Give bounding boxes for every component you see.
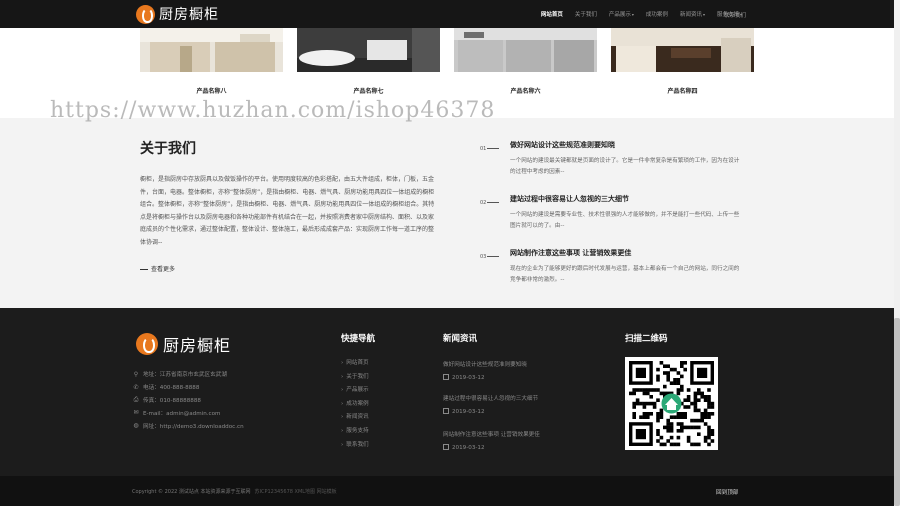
quick-nav-link[interactable]: 产品展示 [341, 385, 368, 399]
site-header: 厨房橱柜 网站首页 关于我们 产品展示▾ 成功案例 新闻资讯▾ 服务支持▾ 联系我们 [0, 0, 900, 28]
footer-news-date: 2019-03-12 [443, 374, 527, 381]
mail-icon: ✉ [133, 409, 139, 417]
quick-nav-link[interactable]: 网站首页 [341, 358, 368, 372]
nav-item-label: 关于我们 [574, 12, 597, 18]
chevron-down-icon: ▾ [631, 12, 634, 17]
contact-text: 网址：http://demo3.downloaddoc.cn [143, 423, 244, 430]
about-text: 橱柜，是指厨房中存放厨具以及做饭操作的平台。使用明度较高的色彩搭配，由五大件组成… [140, 176, 435, 246]
product-image[interactable] [611, 28, 754, 72]
footer-news-date: 2019-03-12 [443, 408, 538, 415]
contact-list: ⚲ 地址：江苏省南京市玄武区玄武湖 ✆ 电话：400-888-8888 ⎙ 传真：01… [132, 368, 244, 432]
icp-link[interactable]: 苏ICP12345678 XML地图 网站模板 [255, 489, 337, 495]
quick-nav-link[interactable]: 成功案例 [341, 399, 368, 413]
quick-nav-title: 快捷导航 [341, 334, 376, 344]
calendar-icon [443, 408, 449, 414]
contact-text: 地址：江苏省南京市玄武区玄武湖 [143, 372, 227, 379]
kitchen-photo [611, 28, 754, 72]
footer-logo[interactable]: 厨房橱柜 [136, 332, 231, 356]
watermark-text: https://www.huzhan.com/ishop46378 [50, 98, 496, 123]
back-to-top-link[interactable]: 回到顶部 [716, 488, 738, 496]
nav-item-label: 产品展示 [608, 12, 631, 18]
nav-item[interactable]: 新闻资讯▾ [674, 10, 711, 18]
product-image[interactable] [297, 28, 440, 72]
site-logo[interactable]: 厨房橱柜 [136, 4, 219, 24]
flame-logo-icon [136, 333, 158, 355]
product-name[interactable]: 产品名称八 [140, 86, 283, 95]
product-name[interactable]: 产品名称六 [454, 86, 597, 95]
site-footer: 厨房橱柜 ⚲ 地址：江苏省南京市玄武区玄武湖 ✆ 电话：400-888-8888 ⎙… [0, 308, 900, 476]
copyright-bar: Copyright © 2022 测试站点 本站资源来源于互联网 苏ICP1234… [0, 476, 900, 506]
quick-nav-link[interactable]: 新闻资讯 [341, 412, 368, 426]
footer-news-title: 新闻资讯 [443, 334, 478, 344]
quick-nav-link[interactable]: 关于我们 [341, 372, 368, 386]
product-image[interactable] [140, 28, 283, 72]
news-title[interactable]: 做好网站设计这些规范准则要知晓 [510, 140, 615, 150]
contact-text: 电话：400-888-8888 [143, 385, 200, 392]
news-desc: 现在的企业为了能够更好的跟后时代发展与运营，基本上都会有一个自己的网站，同行之间… [510, 266, 740, 283]
footer-news-title-text[interactable]: 建站过程中很容易让人忽视的三大细节 [443, 394, 538, 402]
nav-item[interactable]: 成功案例 [640, 10, 674, 18]
product-name[interactable]: 产品名称四 [611, 86, 754, 95]
phone-icon: ✆ [133, 383, 139, 391]
kitchen-photo [140, 28, 283, 72]
kitchen-photo [297, 28, 440, 72]
footer-news-title-text[interactable]: 做好网站设计这些规范准则要知晓 [443, 360, 527, 368]
contact-fax: ⎙ 传真：010-88888888 [132, 394, 244, 407]
nav-item[interactable]: 关于我们 [569, 10, 603, 18]
product-name[interactable]: 产品名称七 [297, 86, 440, 95]
about-more-link[interactable]: 查看更多 [140, 264, 175, 273]
scrollbar-thumb[interactable] [894, 318, 900, 506]
footer-news-date: 2019-03-12 [443, 444, 540, 451]
qr-code [625, 357, 718, 450]
date-text: 2019-03-12 [452, 375, 485, 381]
news-number: 03 [480, 254, 499, 260]
calendar-icon [443, 444, 449, 450]
news-title[interactable]: 网站制作注意这些事项 让营销效果更佳 [510, 248, 631, 258]
contact-text: 传真：010-88888888 [143, 397, 201, 404]
contact-website: ◍ 网址：http://demo3.downloaddoc.cn [132, 419, 244, 432]
product-image[interactable] [454, 28, 597, 72]
nav-item-contact[interactable]: 联系我们 [724, 11, 746, 19]
nav-item[interactable]: 网站首页 [535, 10, 569, 18]
quick-nav-list: 网站首页关于我们产品展示成功案例新闻资讯服务支持联系我们 [341, 358, 368, 454]
contact-phone: ✆ 电话：400-888-8888 [132, 381, 244, 394]
contact-text: E-mail：admin@admin.com [143, 410, 221, 417]
flame-logo-icon [136, 4, 155, 24]
globe-icon: ◍ [133, 422, 139, 430]
logo-text: 厨房橱柜 [159, 7, 219, 23]
nav-item-label: 新闻资讯 [679, 12, 702, 18]
quick-nav-link[interactable]: 服务支持 [341, 426, 368, 440]
calendar-icon [443, 374, 449, 380]
news-desc: 一个网站的建设是需要专业性、技术性很强的人才能够做的，并不是能打一些代码、上传一… [510, 212, 740, 229]
copyright-text: Copyright © 2022 测试站点 本站资源来源于互联网 [132, 489, 251, 495]
news-desc: 一个网站的建设最关键都就是页面的设计了。它是一件非常复杂是有繁琐的工作，因为在设… [510, 158, 740, 175]
date-text: 2019-03-12 [452, 409, 485, 415]
footer-logo-text: 厨房橱柜 [163, 336, 232, 355]
map-pin-icon: ⚲ [133, 370, 139, 378]
qr-code-image [629, 361, 715, 447]
qr-title: 扫描二维码 [625, 334, 668, 344]
chevron-down-icon: ▾ [702, 12, 705, 17]
contact-address: ⚲ 地址：江苏省南京市玄武区玄武湖 [132, 368, 244, 381]
footer-news-item[interactable]: 网站制作注意这些事项 让营销效果更佳 2019-03-12 [443, 430, 540, 451]
quick-nav-link[interactable]: 联系我们 [341, 440, 368, 454]
footer-news-title-text[interactable]: 网站制作注意这些事项 让营销效果更佳 [443, 430, 540, 438]
nav-item-label: 成功案例 [645, 12, 668, 18]
nav-item-label: 网站首页 [540, 12, 563, 18]
contact-email: ✉ E-mail：admin@admin.com [132, 406, 244, 419]
main-nav: 网站首页 关于我们 产品展示▾ 成功案例 新闻资讯▾ 服务支持▾ [535, 0, 748, 28]
about-section: 关于我们 橱柜，是指厨房中存放厨具以及做饭操作的平台。使用明度较高的色彩搭配，由… [0, 118, 900, 308]
footer-news-item[interactable]: 建站过程中很容易让人忽视的三大细节 2019-03-12 [443, 394, 538, 415]
news-title[interactable]: 建站过程中很容易让人忽视的三大细节 [510, 194, 629, 204]
news-number: 02 [480, 200, 499, 206]
kitchen-photo [454, 28, 597, 72]
copyright: Copyright © 2022 测试站点 本站资源来源于互联网 苏ICP1234… [132, 488, 337, 495]
date-text: 2019-03-12 [452, 445, 485, 451]
nav-item[interactable]: 产品展示▾ [603, 10, 640, 18]
footer-news-item[interactable]: 做好网站设计这些规范准则要知晓 2019-03-12 [443, 360, 527, 381]
news-number: 01 [480, 146, 499, 152]
about-title: 关于我们 [140, 141, 196, 157]
fax-icon: ⎙ [133, 395, 139, 403]
